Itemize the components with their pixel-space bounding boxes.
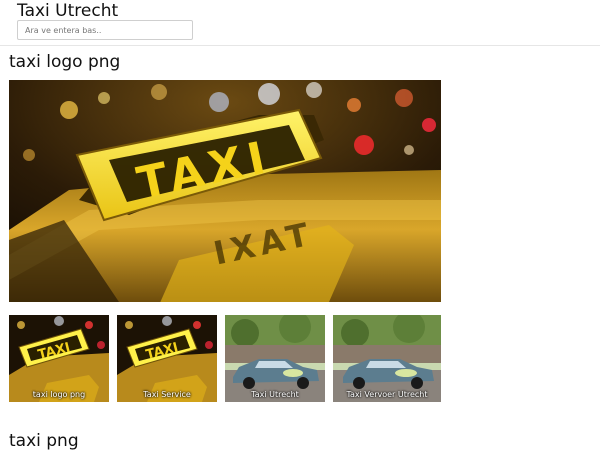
thumbnail-caption: Taxi Service [143,390,191,399]
taxi-sign-photo: TAXI TAXI [9,80,441,302]
thumbnail-card[interactable]: TAXI Taxi Service [117,315,217,402]
section-title: taxi png [9,431,79,450]
taxi-sign-thumbnail: TAXI [117,315,217,402]
search-input[interactable] [17,20,193,40]
thumbnail-row: TAXI taxi logo png TAXI Taxi Service Tax… [9,315,441,402]
taxi-car-thumbnail [333,315,441,402]
hero-image[interactable]: TAXI TAXI [9,80,441,302]
thumbnail-card[interactable]: Taxi Utrecht [225,315,325,402]
thumbnail-caption: Taxi Vervoer Utrecht [346,390,428,399]
taxi-sign-thumbnail: TAXI [9,315,109,402]
thumbnail-caption: taxi logo png [32,390,86,399]
top-bar: Taxi Utrecht [0,0,600,46]
thumbnail-caption: Taxi Utrecht [251,390,299,399]
section-title: taxi logo png [9,52,121,72]
taxi-car-thumbnail [225,315,325,402]
thumbnail-card[interactable]: TAXI taxi logo png [9,315,109,402]
thumbnail-card[interactable]: Taxi Vervoer Utrecht [333,315,441,402]
site-title[interactable]: Taxi Utrecht [17,1,118,21]
